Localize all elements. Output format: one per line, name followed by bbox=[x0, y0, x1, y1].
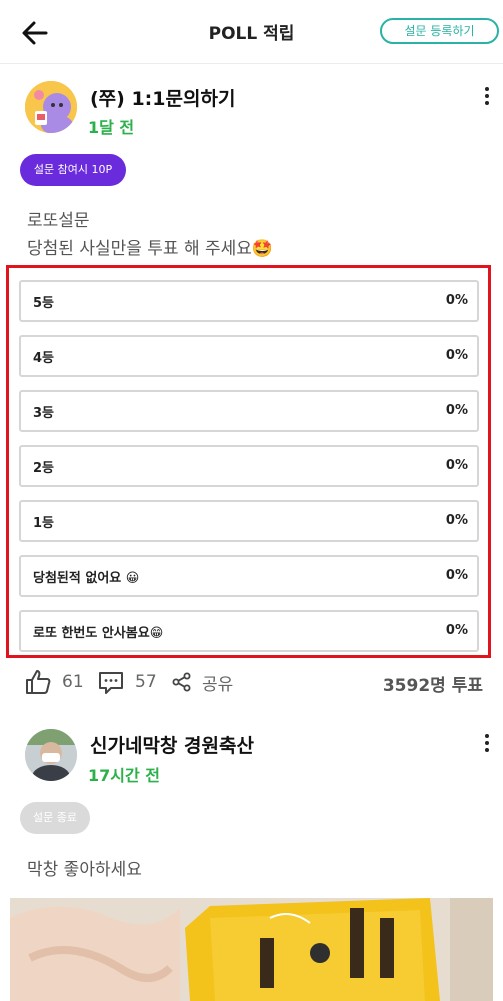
survey-ended-badge: 설문 종료 bbox=[20, 802, 90, 834]
user-name[interactable]: (쭈) 1:1문의하기 bbox=[90, 84, 235, 111]
avatar[interactable] bbox=[25, 81, 77, 133]
comment-icon bbox=[99, 672, 123, 694]
vote-count: 3592명 투표 bbox=[382, 676, 483, 696]
poll-option-label: 3등 bbox=[33, 406, 55, 421]
like-count: 61 bbox=[62, 672, 84, 692]
poll-option-percent: 0% bbox=[445, 403, 468, 418]
poll-option-percent: 0% bbox=[445, 458, 468, 473]
post-text-line: 당첨된 사실만을 투표 해 주세요🤩 bbox=[27, 239, 274, 259]
register-survey-button[interactable]: 설문 등록하기 bbox=[380, 18, 499, 44]
comment-count: 57 bbox=[135, 672, 157, 692]
poll-option[interactable]: 당첨된적 없어요 😀 0% bbox=[19, 555, 479, 597]
back-button[interactable] bbox=[18, 16, 52, 50]
poll-option-label: 2등 bbox=[33, 461, 55, 476]
thumbs-up-icon bbox=[26, 670, 51, 694]
app-header: POLL 적립 설문 등록하기 bbox=[0, 0, 503, 64]
poll-option[interactable]: 1등 0% bbox=[19, 500, 479, 542]
share-button[interactable]: 공유 bbox=[172, 666, 233, 698]
avatar-photo bbox=[25, 729, 77, 781]
post-actions: 61 57 공유 3592명 투표 bbox=[0, 666, 503, 698]
poll-option[interactable]: 2등 0% bbox=[19, 445, 479, 487]
like-button[interactable]: 61 bbox=[24, 666, 84, 698]
poll-option-label: 로또 한번도 안사봄요😁 bbox=[33, 626, 164, 641]
avatar-illustration bbox=[25, 81, 77, 133]
post-text-line: 막창 좋아하세요 bbox=[27, 860, 142, 880]
reward-badge: 설문 참여시 10P bbox=[20, 154, 126, 186]
poll-option-label: 5등 bbox=[33, 296, 55, 311]
post-time: 17시간 전 bbox=[88, 766, 160, 785]
food-package-image bbox=[10, 898, 493, 1001]
post-photo[interactable] bbox=[10, 898, 493, 1001]
post-time: 1달 전 bbox=[88, 118, 135, 137]
poll-options-highlight: 5등 0% 4등 0% 3등 0% 2등 0% 1등 0% 당첨된적 없어요 😀… bbox=[6, 265, 491, 658]
poll-option[interactable]: 4등 0% bbox=[19, 335, 479, 377]
poll-option-percent: 0% bbox=[445, 623, 468, 638]
avatar[interactable] bbox=[25, 729, 77, 781]
comment-button[interactable]: 57 bbox=[97, 666, 157, 698]
poll-option-label: 1등 bbox=[33, 516, 55, 531]
poll-option[interactable]: 5등 0% bbox=[19, 280, 479, 322]
more-vertical-icon[interactable] bbox=[481, 85, 493, 109]
share-label: 공유 bbox=[202, 674, 234, 695]
poll-option[interactable]: 로또 한번도 안사봄요😁 0% bbox=[19, 610, 479, 652]
poll-option-label: 4등 bbox=[33, 351, 55, 366]
arrow-left-icon bbox=[22, 21, 48, 45]
poll-option[interactable]: 3등 0% bbox=[19, 390, 479, 432]
user-name[interactable]: 신가네막창 경원축산 bbox=[90, 731, 254, 758]
poll-option-percent: 0% bbox=[445, 348, 468, 363]
poll-option-percent: 0% bbox=[445, 568, 468, 583]
post-text-line: 로또설문 bbox=[27, 211, 90, 231]
more-vertical-icon[interactable] bbox=[481, 732, 493, 756]
poll-option-label: 당첨된적 없어요 😀 bbox=[33, 571, 140, 586]
share-icon bbox=[172, 672, 191, 692]
poll-option-percent: 0% bbox=[445, 293, 468, 308]
poll-option-percent: 0% bbox=[445, 513, 468, 528]
